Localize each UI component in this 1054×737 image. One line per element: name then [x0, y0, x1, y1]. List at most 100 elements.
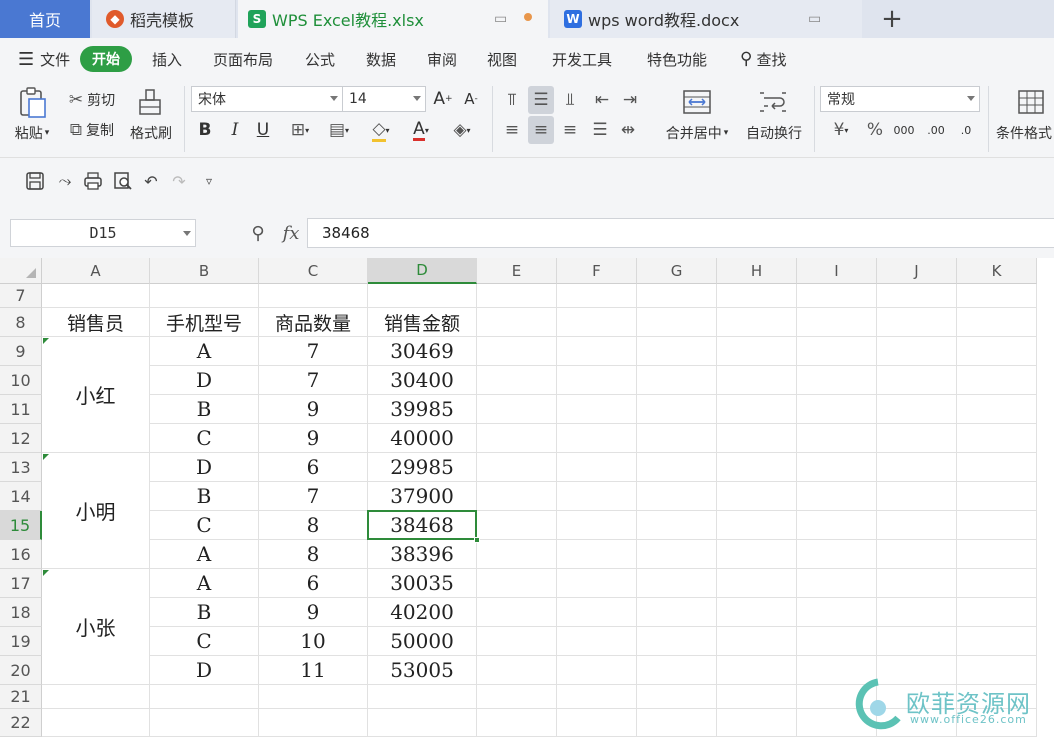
grid-cell[interactable] [717, 656, 797, 685]
grid-cell[interactable] [797, 453, 877, 482]
currency-icon[interactable]: ¥ ▾ [824, 118, 858, 142]
grid-cell[interactable] [637, 284, 717, 308]
font-size-combo[interactable]: 14 [342, 86, 426, 112]
grid-cell[interactable] [150, 685, 259, 709]
grid-cell[interactable] [957, 308, 1037, 337]
row-header-9[interactable]: 9 [0, 337, 42, 366]
grid-cell[interactable] [877, 337, 957, 366]
name-box[interactable]: D15 [10, 219, 196, 247]
grid-cell[interactable] [877, 308, 957, 337]
fx-icon[interactable]: fx [278, 220, 304, 246]
grid-cell[interactable] [557, 709, 637, 737]
grid-cell[interactable] [717, 337, 797, 366]
menu-special[interactable]: 特色功能 [647, 38, 707, 80]
wrap-text-button[interactable]: 自动换行 [740, 122, 808, 144]
grid-cell[interactable] [957, 540, 1037, 569]
grid-cell[interactable] [477, 337, 557, 366]
select-all-corner[interactable] [0, 258, 42, 284]
grid-cell[interactable] [557, 284, 637, 308]
grid-cell[interactable] [877, 395, 957, 424]
table-header-cell[interactable]: 手机型号 [150, 308, 259, 337]
grid-cell[interactable] [797, 395, 877, 424]
table-cell[interactable]: 7 [259, 337, 368, 366]
zoom-lookup-icon[interactable]: ⚲ [246, 220, 270, 246]
grid-cell[interactable] [637, 482, 717, 511]
align-right-icon[interactable]: ≡ [558, 118, 582, 142]
grid-cell[interactable] [957, 569, 1037, 598]
table-cell[interactable]: A [150, 569, 259, 598]
grid-cell[interactable] [877, 366, 957, 395]
grid-cell[interactable] [150, 709, 259, 737]
align-bottom-icon[interactable]: ⫫ [558, 88, 582, 112]
grid-cell[interactable] [717, 685, 797, 709]
grid-cell[interactable] [477, 656, 557, 685]
align-center-icon[interactable]: ≡ [528, 116, 554, 144]
print-preview-icon[interactable] [112, 170, 134, 192]
grid-cell[interactable] [637, 366, 717, 395]
menu-view[interactable]: 视图 [487, 38, 517, 80]
table-cell[interactable]: 9 [259, 424, 368, 453]
grid-cell[interactable] [557, 395, 637, 424]
table-cell[interactable]: 37900 [368, 482, 477, 511]
paste-icon[interactable] [12, 86, 52, 120]
grid-cell[interactable] [797, 308, 877, 337]
tab-excel-file[interactable]: S WPS Excel教程.xlsx ▭ [238, 0, 548, 38]
row-header-16[interactable]: 16 [0, 540, 42, 569]
grid-cell[interactable] [557, 424, 637, 453]
table-cell[interactable]: 7 [259, 482, 368, 511]
grid-cell[interactable] [557, 366, 637, 395]
table-cell[interactable]: 30469 [368, 337, 477, 366]
table-cell[interactable]: 9 [259, 395, 368, 424]
increase-font-icon[interactable]: A + [432, 86, 454, 112]
column-header-c[interactable]: C [259, 258, 368, 284]
grid-cell[interactable] [368, 685, 477, 709]
save-icon[interactable] [24, 170, 46, 192]
row-header-7[interactable]: 7 [0, 284, 42, 308]
grid-cell[interactable] [150, 284, 259, 308]
grid-cell[interactable] [368, 284, 477, 308]
grid-cell[interactable] [797, 337, 877, 366]
export-icon[interactable]: ⤳ [54, 170, 76, 192]
grid-cell[interactable] [477, 424, 557, 453]
table-cell[interactable]: B [150, 482, 259, 511]
grid-cell[interactable] [957, 627, 1037, 656]
table-header-cell[interactable]: 销售金额 [368, 308, 477, 337]
grid-cell[interactable] [717, 709, 797, 737]
redo-icon[interactable]: ↷ [168, 170, 190, 192]
column-header-k[interactable]: K [957, 258, 1037, 284]
paste-button[interactable]: 粘贴 ▾ [10, 122, 54, 144]
grid-cell[interactable] [957, 366, 1037, 395]
italic-icon[interactable]: I [224, 118, 246, 142]
borders-icon[interactable]: ⊞ ▾ [284, 118, 316, 142]
copy-button[interactable]: ⧉ 复制 [62, 118, 122, 142]
row-header-22[interactable]: 22 [0, 709, 42, 737]
grid-cell[interactable] [637, 337, 717, 366]
grid-cell[interactable] [717, 598, 797, 627]
table-cell[interactable]: 6 [259, 453, 368, 482]
grid-cell[interactable] [717, 482, 797, 511]
column-header-d[interactable]: D [368, 258, 477, 284]
table-cell[interactable]: A [150, 337, 259, 366]
table-cell[interactable]: 8 [259, 511, 368, 540]
grid-cell[interactable] [477, 366, 557, 395]
row-header-11[interactable]: 11 [0, 395, 42, 424]
table-cell[interactable]: 53005 [368, 656, 477, 685]
decrease-indent-icon[interactable]: ⇤ [590, 88, 614, 112]
grid-cell[interactable] [477, 569, 557, 598]
table-cell[interactable]: 30400 [368, 366, 477, 395]
format-painter-icon[interactable] [132, 86, 168, 120]
column-header-h[interactable]: H [717, 258, 797, 284]
grid-cell[interactable] [557, 656, 637, 685]
grid-cell[interactable] [368, 709, 477, 737]
grid-cell[interactable] [877, 482, 957, 511]
row-header-21[interactable]: 21 [0, 685, 42, 709]
grid-cell[interactable] [42, 685, 150, 709]
font-color-icon[interactable]: A ▾ [404, 118, 438, 142]
tab-home[interactable]: 首页 [0, 0, 90, 38]
decrease-decimal-icon[interactable]: .0 [952, 118, 980, 142]
grid-cell[interactable] [259, 685, 368, 709]
row-header-10[interactable]: 10 [0, 366, 42, 395]
formula-input[interactable]: 38468 [307, 218, 1054, 248]
grid-cell[interactable] [42, 284, 150, 308]
table-cell[interactable]: 39985 [368, 395, 477, 424]
